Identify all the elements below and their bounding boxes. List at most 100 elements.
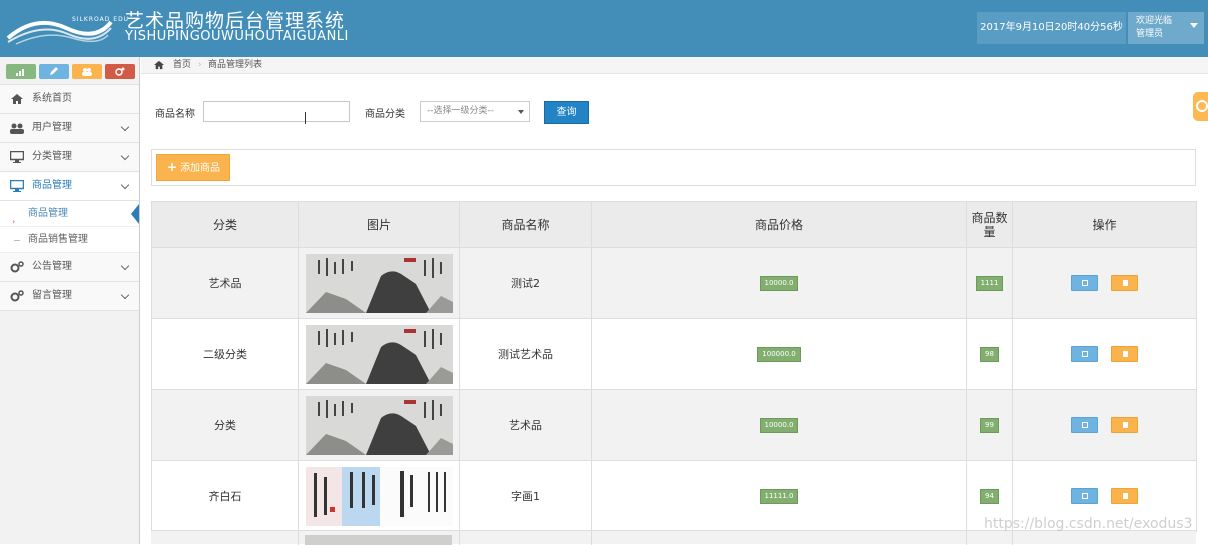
sidebar-submenu-products: › 商品管理 商品销售管理 — [0, 201, 139, 253]
cell-name: 艺术品 — [459, 389, 592, 461]
home-icon — [154, 60, 164, 70]
shortcut-pencil-button[interactable] — [39, 64, 69, 79]
dash-icon — [14, 240, 20, 241]
partial-cell-divider — [298, 531, 299, 545]
desktop-icon — [10, 180, 24, 192]
query-button[interactable]: 查询 — [544, 101, 589, 124]
cell-actions — [1012, 318, 1197, 390]
quantity-badge: 99 — [980, 418, 999, 433]
sidebar-item-category[interactable]: 分类管理 — [0, 143, 139, 172]
delete-button[interactable] — [1111, 417, 1139, 433]
product-table: 分类 图片 商品名称 商品价格 商品数量 操作 艺术品 测试2 10000.0 … — [151, 201, 1197, 532]
cell-price: 10000.0 — [591, 247, 967, 319]
chevron-down-icon — [120, 290, 130, 300]
settings-toggle-button[interactable] — [1193, 92, 1208, 121]
cogs-icon — [10, 261, 24, 273]
column-header-price: 商品价格 — [591, 201, 967, 248]
sidebar-item-label: 分类管理 — [32, 151, 72, 162]
username: 管理员 — [1136, 29, 1164, 39]
column-header-name: 商品名称 — [459, 201, 592, 248]
add-product-button[interactable]: + 添加商品 — [156, 154, 230, 181]
shortcut-signal-button[interactable] — [6, 64, 36, 79]
sidebar-subitem-sales-manage[interactable]: 商品销售管理 — [0, 227, 139, 253]
sidebar-item-label: 公告管理 — [32, 261, 72, 272]
category-select[interactable]: --选择一级分类-- — [420, 101, 530, 122]
shortcut-cogs-button[interactable] — [105, 64, 135, 79]
cell-category: 艺术品 — [151, 247, 299, 319]
cell-category: 二级分类 — [151, 318, 299, 390]
sidebar-item-products[interactable]: 商品管理 — [0, 172, 139, 201]
sidebar-subitem-product-manage[interactable]: › 商品管理 — [0, 201, 139, 227]
current-datetime: 2017年9月10日20时40分56秒 — [977, 12, 1126, 44]
logo-subtext: SILKROAD EDU — [72, 16, 130, 23]
quantity-badge: 1111 — [975, 276, 1004, 291]
table-row: 分类 艺术品 10000.0 99 — [151, 389, 1197, 461]
users-icon — [82, 68, 92, 76]
trash-icon — [1123, 493, 1129, 499]
column-header-quantity: 商品数量 — [966, 201, 1013, 248]
cell-category: 分类 — [151, 389, 299, 461]
active-indicator — [131, 204, 139, 224]
cell-actions — [1012, 389, 1197, 461]
edit-button[interactable] — [1070, 346, 1098, 362]
watermark: https://blog.csdn.net/exodus3 — [984, 516, 1193, 532]
table-row-partial — [151, 530, 1196, 545]
delete-button[interactable] — [1111, 346, 1139, 362]
edit-icon — [1081, 422, 1088, 428]
edit-button[interactable] — [1070, 275, 1098, 291]
plus-icon: + — [167, 160, 178, 174]
sidebar-item-messages[interactable]: 留言管理 — [0, 282, 139, 311]
quantity-badge: 98 — [980, 347, 999, 362]
trash-icon — [1123, 351, 1129, 357]
cogs-icon — [115, 67, 125, 76]
edit-button[interactable] — [1070, 417, 1098, 433]
column-header-actions: 操作 — [1012, 201, 1197, 248]
logo-wave-icon — [6, 20, 113, 45]
sidebar-subitem-label: 商品管理 — [28, 208, 68, 219]
product-thumbnail[interactable] — [305, 253, 453, 313]
cell-price: 10000.0 — [591, 389, 967, 461]
product-category-label: 商品分类 — [365, 109, 405, 120]
home-icon — [11, 94, 23, 104]
caret-down-icon — [518, 110, 524, 114]
trash-icon — [1123, 280, 1129, 286]
price-badge: 10000.0 — [759, 418, 799, 433]
product-thumbnail[interactable] — [305, 466, 453, 526]
breadcrumb-separator: › — [198, 60, 202, 70]
shortcut-users-button[interactable] — [72, 64, 102, 79]
cell-name: 测试2 — [459, 247, 592, 319]
sidebar-item-label: 商品管理 — [32, 180, 72, 191]
edit-icon — [1081, 493, 1088, 499]
text-cursor-icon — [305, 112, 306, 124]
sidebar-item-home[interactable]: 系统首页 — [0, 85, 139, 114]
app-title-pinyin: YISHUPINGOUWUHOUTAIGUANLI — [125, 29, 349, 44]
breadcrumb-current: 商品管理列表 — [208, 60, 263, 70]
product-thumbnail[interactable] — [305, 395, 453, 455]
price-badge: 100000.0 — [757, 347, 801, 362]
edit-button[interactable] — [1070, 488, 1098, 504]
desktop-icon — [10, 151, 24, 163]
table-header-row: 分类 图片 商品名称 商品价格 商品数量 操作 — [151, 201, 1197, 248]
product-name-input[interactable] — [203, 101, 350, 122]
sidebar-item-users[interactable]: 用户管理 — [0, 114, 139, 143]
table-row: 二级分类 测试艺术品 100000.0 98 — [151, 318, 1197, 390]
sidebar-item-notice[interactable]: 公告管理 — [0, 253, 139, 282]
add-product-label: 添加商品 — [180, 163, 221, 174]
chevron-down-icon — [120, 151, 130, 161]
cell-name: 测试艺术品 — [459, 318, 592, 390]
product-thumbnail[interactable] — [305, 324, 453, 384]
delete-button[interactable] — [1111, 275, 1139, 291]
cell-quantity: 99 — [966, 389, 1013, 461]
partial-cell-divider — [459, 531, 460, 545]
user-menu[interactable]: 欢迎光临 管理员 — [1128, 12, 1204, 44]
breadcrumb-home-link[interactable]: 首页 — [173, 57, 191, 74]
delete-button[interactable] — [1111, 488, 1139, 504]
breadcrumb: 首页 › 商品管理列表 — [141, 57, 1208, 74]
product-name-label: 商品名称 — [155, 109, 195, 120]
trash-icon — [1123, 422, 1129, 428]
sidebar-subitem-label: 商品销售管理 — [28, 234, 88, 245]
price-badge: 11111.0 — [759, 489, 799, 504]
chevron-down-icon — [120, 122, 130, 132]
sidebar-item-label: 系统首页 — [32, 93, 72, 104]
cell-actions — [1012, 247, 1197, 319]
